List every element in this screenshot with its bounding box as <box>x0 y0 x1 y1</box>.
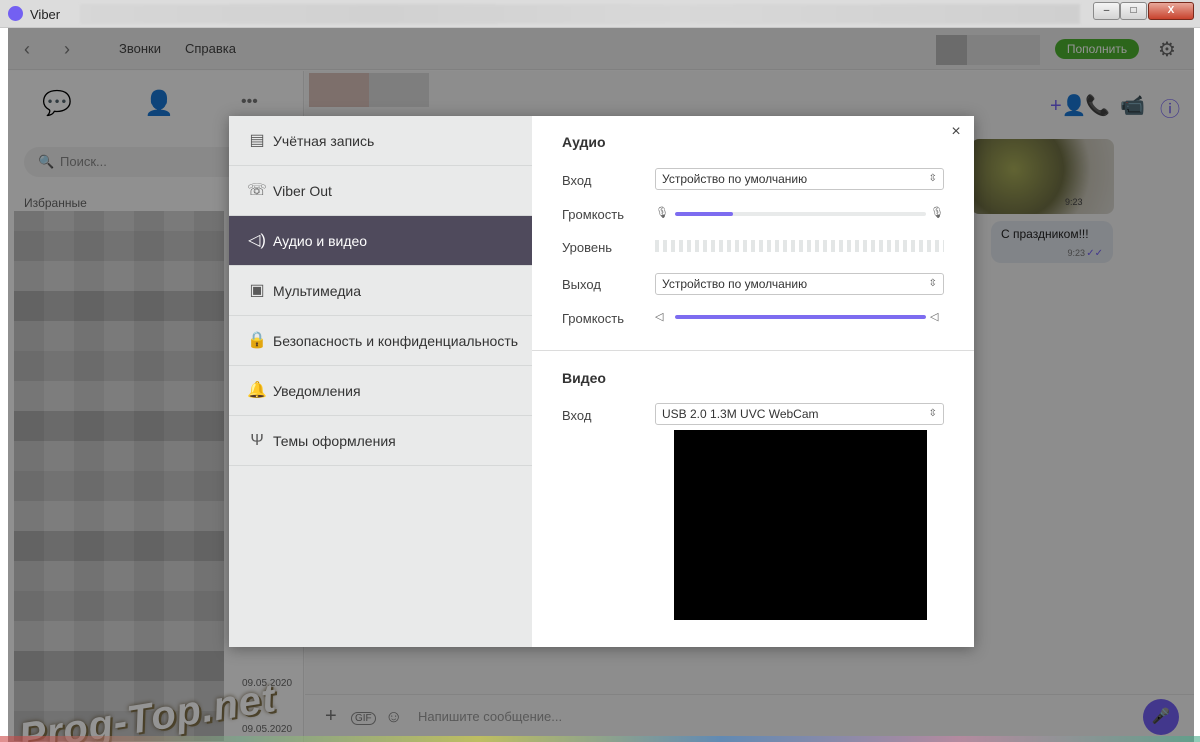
nav-item-label: Мультимедиа <box>273 283 361 299</box>
select-arrow-icon: ⇳ <box>928 173 937 184</box>
input-volume-fill <box>675 212 733 216</box>
nav-item-security[interactable]: 🔒 Безопасность и конфиденциальность <box>229 316 532 366</box>
section-divider <box>532 350 974 351</box>
phone-out-icon: ☏ <box>247 182 268 199</box>
nav-item-multimedia[interactable]: ▣ Мультимедиа <box>229 266 532 316</box>
window-titlebar: Viber – □ X <box>0 0 1200 28</box>
input-volume-slider[interactable] <box>675 212 926 216</box>
audio-input-label: Вход <box>562 173 592 188</box>
settings-dialog: ▤ Учётная запись ☏ Viber Out ◁) Аудио и … <box>229 116 974 647</box>
speaker-icon: ◁) <box>248 232 266 249</box>
mic-high-icon: 🎙 <box>930 207 944 219</box>
media-icon: ▣ <box>249 282 265 299</box>
audio-input-select[interactable]: Устройство по умолчанию ⇳ <box>655 168 944 190</box>
nav-item-notifications[interactable]: 🔔 Уведомления <box>229 366 532 416</box>
video-input-label: Вход <box>562 408 592 423</box>
blurred-browser-toolbar <box>80 4 1080 24</box>
speaker-high-icon: ◁ <box>930 311 939 323</box>
audio-output-value: Устройство по умолчанию <box>662 277 808 291</box>
close-dialog-icon[interactable]: × <box>948 124 964 140</box>
level-meter <box>655 240 944 252</box>
output-volume-label: Громкость <box>562 311 624 326</box>
nav-item-label: Темы оформления <box>273 433 396 449</box>
audio-input-value: Устройство по умолчанию <box>662 172 808 186</box>
taskbar-strip <box>0 736 1200 742</box>
maximize-button[interactable]: □ <box>1120 2 1147 20</box>
viber-logo-icon <box>8 6 23 21</box>
level-label: Уровень <box>562 240 613 255</box>
nav-item-account[interactable]: ▤ Учётная запись <box>229 116 532 166</box>
audio-output-label: Выход <box>562 277 601 292</box>
close-window-button[interactable]: X <box>1148 2 1194 20</box>
output-volume-slider[interactable] <box>675 315 926 319</box>
video-section-title: Видео <box>562 370 606 386</box>
nav-item-label: Аудио и видео <box>273 233 368 249</box>
audio-output-select[interactable]: Устройство по умолчанию ⇳ <box>655 273 944 295</box>
nav-item-label: Учётная запись <box>273 133 375 149</box>
audio-section-title: Аудио <box>562 134 606 150</box>
output-volume-fill <box>675 315 926 319</box>
nav-item-audio-video[interactable]: ◁) Аудио и видео <box>229 216 532 266</box>
minimize-button[interactable]: – <box>1093 2 1120 20</box>
video-input-value: USB 2.0 1.3M UVC WebCam <box>662 407 819 421</box>
nav-item-themes[interactable]: Ψ Темы оформления <box>229 416 532 466</box>
select-arrow-icon: ⇳ <box>928 408 937 419</box>
window-title: Viber <box>30 7 61 22</box>
mic-low-icon: 🎙 <box>655 207 669 219</box>
input-volume-label: Громкость <box>562 207 624 222</box>
account-card-icon: ▤ <box>249 132 265 149</box>
nav-item-label: Уведомления <box>273 383 361 399</box>
brush-icon: Ψ <box>250 432 264 449</box>
settings-nav: ▤ Учётная запись ☏ Viber Out ◁) Аудио и … <box>229 116 532 647</box>
nav-item-label: Безопасность и конфиденциальность <box>273 333 519 349</box>
speaker-low-icon: ◁ <box>655 311 664 323</box>
bell-icon: 🔔 <box>247 382 267 399</box>
lock-icon: 🔒 <box>247 332 267 349</box>
video-input-select[interactable]: USB 2.0 1.3M UVC WebCam ⇳ <box>655 403 944 425</box>
nav-item-viber-out[interactable]: ☏ Viber Out <box>229 166 532 216</box>
nav-item-label: Viber Out <box>273 183 332 199</box>
webcam-preview <box>674 430 927 620</box>
settings-content: × Аудио Вход Устройство по умолчанию ⇳ Г… <box>532 116 974 647</box>
select-arrow-icon: ⇳ <box>928 278 937 289</box>
